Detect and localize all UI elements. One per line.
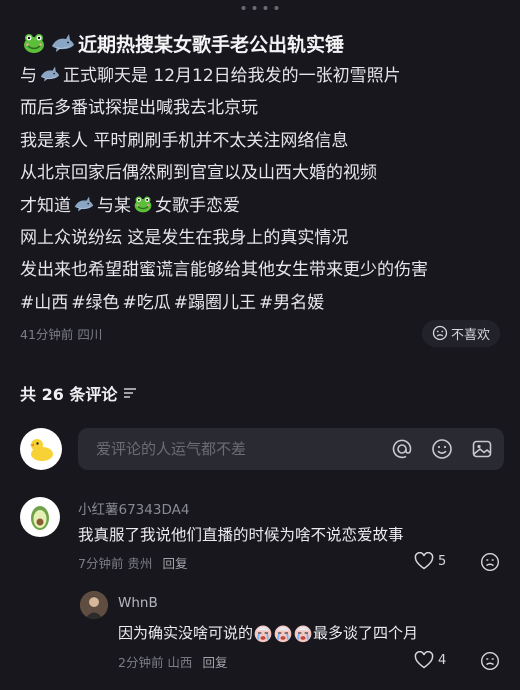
reply-text-part: 因为确实没啥可说的: [118, 624, 254, 642]
reply-text-part: 最多谈了四个月: [313, 624, 419, 642]
comment-item: 小红薯67343DA4 我真服了我说他们直播的时候为啥不说恋爱故事 7分钟前 贵…: [20, 497, 504, 577]
like-count: 4: [438, 652, 447, 668]
shark-emoji-icon: [39, 64, 61, 84]
post-title-text: 近期热搜某女歌手老公出轨实锤: [78, 33, 345, 56]
duck-avatar-icon: [30, 439, 53, 461]
at-icon[interactable]: [390, 437, 414, 461]
post-tags: #山西 #绿色 #吃瓜 #蹋圈儿王 #男名媛: [20, 287, 506, 319]
reply-meta: 2分钟前 山西 回复: [118, 652, 227, 671]
like-count: 5: [438, 553, 447, 569]
user-avatar-icon: [80, 591, 108, 619]
hashtag-link[interactable]: #男名媛: [259, 293, 324, 313]
heart-icon: [414, 651, 434, 669]
comment-time-location: 7分钟前 贵州: [78, 556, 153, 571]
hashtag-link[interactable]: #吃瓜: [123, 293, 171, 313]
crying-emoji-icon: [293, 623, 313, 643]
avatar[interactable]: [20, 497, 60, 537]
comment-text: 我真服了我说他们直播的时候为啥不说恋爱故事: [78, 526, 404, 544]
post-text: 正式聊天是 12月12日给我发的一张初雪照片: [63, 66, 401, 86]
post-text: 女歌手恋爱: [155, 195, 240, 216]
post-line: 从北京回家后偶然刷到官宣以及山西大婚的视频: [20, 163, 377, 184]
post-line: 网上众说纷纭 这是发生在我身上的真实情况: [20, 228, 349, 249]
post-time-location: 41分钟前 四川: [20, 326, 103, 342]
like-button[interactable]: 5: [414, 552, 446, 570]
sort-icon[interactable]: [123, 387, 137, 399]
post-line: 才知道 与某 女歌手恋爱: [20, 190, 506, 222]
comments-header: 共 26 条评论: [20, 381, 137, 405]
comment-input-row: [20, 427, 504, 471]
dislike-comment-button[interactable]: [480, 552, 500, 576]
shark-emoji-icon: [50, 31, 76, 55]
post-line: 而后多番试探提出喊我去北京玩: [20, 98, 258, 119]
post-text: 才知道: [20, 195, 71, 216]
crying-emoji-icon: [253, 623, 273, 643]
dislike-button[interactable]: 不喜欢: [421, 319, 500, 347]
comment-input-box[interactable]: [78, 428, 504, 470]
like-button[interactable]: 4: [414, 651, 446, 669]
post-line: 我是素人 平时刷刷手机并不太关注网络信息: [20, 130, 349, 151]
post-meta-row: 41分钟前 四川 不喜欢: [20, 319, 500, 347]
post-line: 与 正式聊天是 12月12日给我发的一张初雪照片: [20, 60, 506, 92]
hashtag-link[interactable]: #蹋圈儿王: [174, 293, 256, 313]
post-body: 与 正式聊天是 12月12日给我发的一张初雪照片 而后多番试探提出喊我去北京玩 我…: [20, 60, 506, 319]
frog-emoji-icon: [133, 194, 153, 214]
hashtag-link[interactable]: #山西: [20, 293, 68, 313]
avocado-avatar-icon: [31, 506, 49, 530]
reply-author[interactable]: WhnB: [118, 595, 158, 611]
dislike-label: 不喜欢: [450, 327, 490, 343]
emoji-icon[interactable]: [430, 437, 454, 461]
post-title: 近期热搜某女歌手老公出轨实锤: [20, 26, 506, 60]
comment-meta: 7分钟前 贵州 回复: [78, 553, 187, 572]
avatar[interactable]: [80, 591, 108, 619]
comment-author[interactable]: 小红薯67343DA4: [78, 498, 189, 518]
comment-count-label: 共 26 条评论: [20, 385, 118, 404]
hashtag-link[interactable]: #绿色: [71, 293, 119, 313]
sad-face-icon: [480, 651, 500, 671]
frog-emoji-icon: [22, 31, 46, 55]
post-text: 与: [20, 66, 37, 86]
sad-face-icon: [432, 325, 448, 341]
comment-input[interactable]: [96, 440, 390, 458]
reply-button[interactable]: 回复: [202, 652, 227, 671]
post-text: 与某: [97, 195, 131, 216]
reply-button[interactable]: 回复: [162, 553, 187, 572]
dislike-comment-button[interactable]: [480, 651, 500, 675]
post-content: 近期热搜某女歌手老公出轨实锤 与 正式聊天是 12月12日给我发的一张初雪照片 而…: [20, 26, 506, 319]
reply-text: 因为确实没啥可说的 最多谈了四个月: [118, 622, 418, 643]
heart-icon: [414, 552, 434, 570]
avatar[interactable]: [20, 428, 62, 470]
post-line: 发出来也希望甜蜜谎言能够给其他女生带来更少的伤害: [20, 260, 428, 281]
reply-time-location: 2分钟前 山西: [118, 655, 193, 670]
crying-emoji-icon: [273, 623, 293, 643]
shark-emoji-icon: [73, 194, 95, 214]
sad-face-icon: [480, 552, 500, 572]
reply-item: WhnB 因为确实没啥可说的 最多谈了四个月 2分钟前 山西 回复 4: [80, 591, 504, 677]
image-icon[interactable]: [470, 437, 494, 461]
page-indicator: [241, 6, 279, 10]
